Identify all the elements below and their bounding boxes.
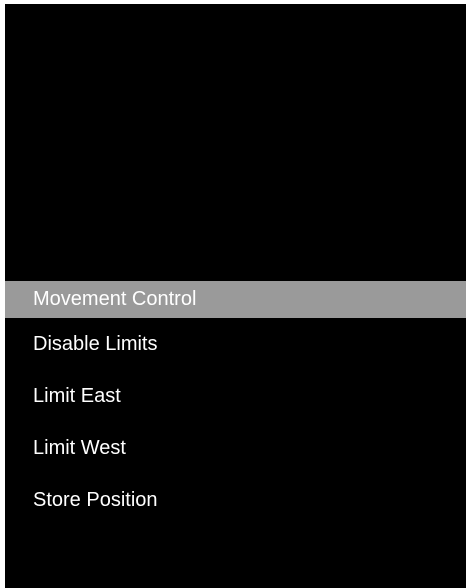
menu-item-limit-east[interactable]: Limit East <box>5 370 466 422</box>
tv-screen: Movement Control Disable Limits Limit Ea… <box>5 4 466 588</box>
menu-item-label: Movement Control <box>33 288 197 310</box>
menu-item-limit-west[interactable]: Limit West <box>5 422 466 474</box>
menu-item-label: Limit West <box>33 436 126 459</box>
movement-menu: Movement Control Disable Limits Limit Ea… <box>5 281 466 526</box>
menu-item-disable-limits[interactable]: Disable Limits <box>5 318 466 370</box>
menu-item-store-position[interactable]: Store Position <box>5 474 466 526</box>
menu-item-movement-control[interactable]: Movement Control <box>5 281 466 318</box>
menu-item-label: Disable Limits <box>33 332 158 355</box>
menu-item-label: Limit East <box>33 384 121 407</box>
menu-item-label: Store Position <box>33 488 158 511</box>
